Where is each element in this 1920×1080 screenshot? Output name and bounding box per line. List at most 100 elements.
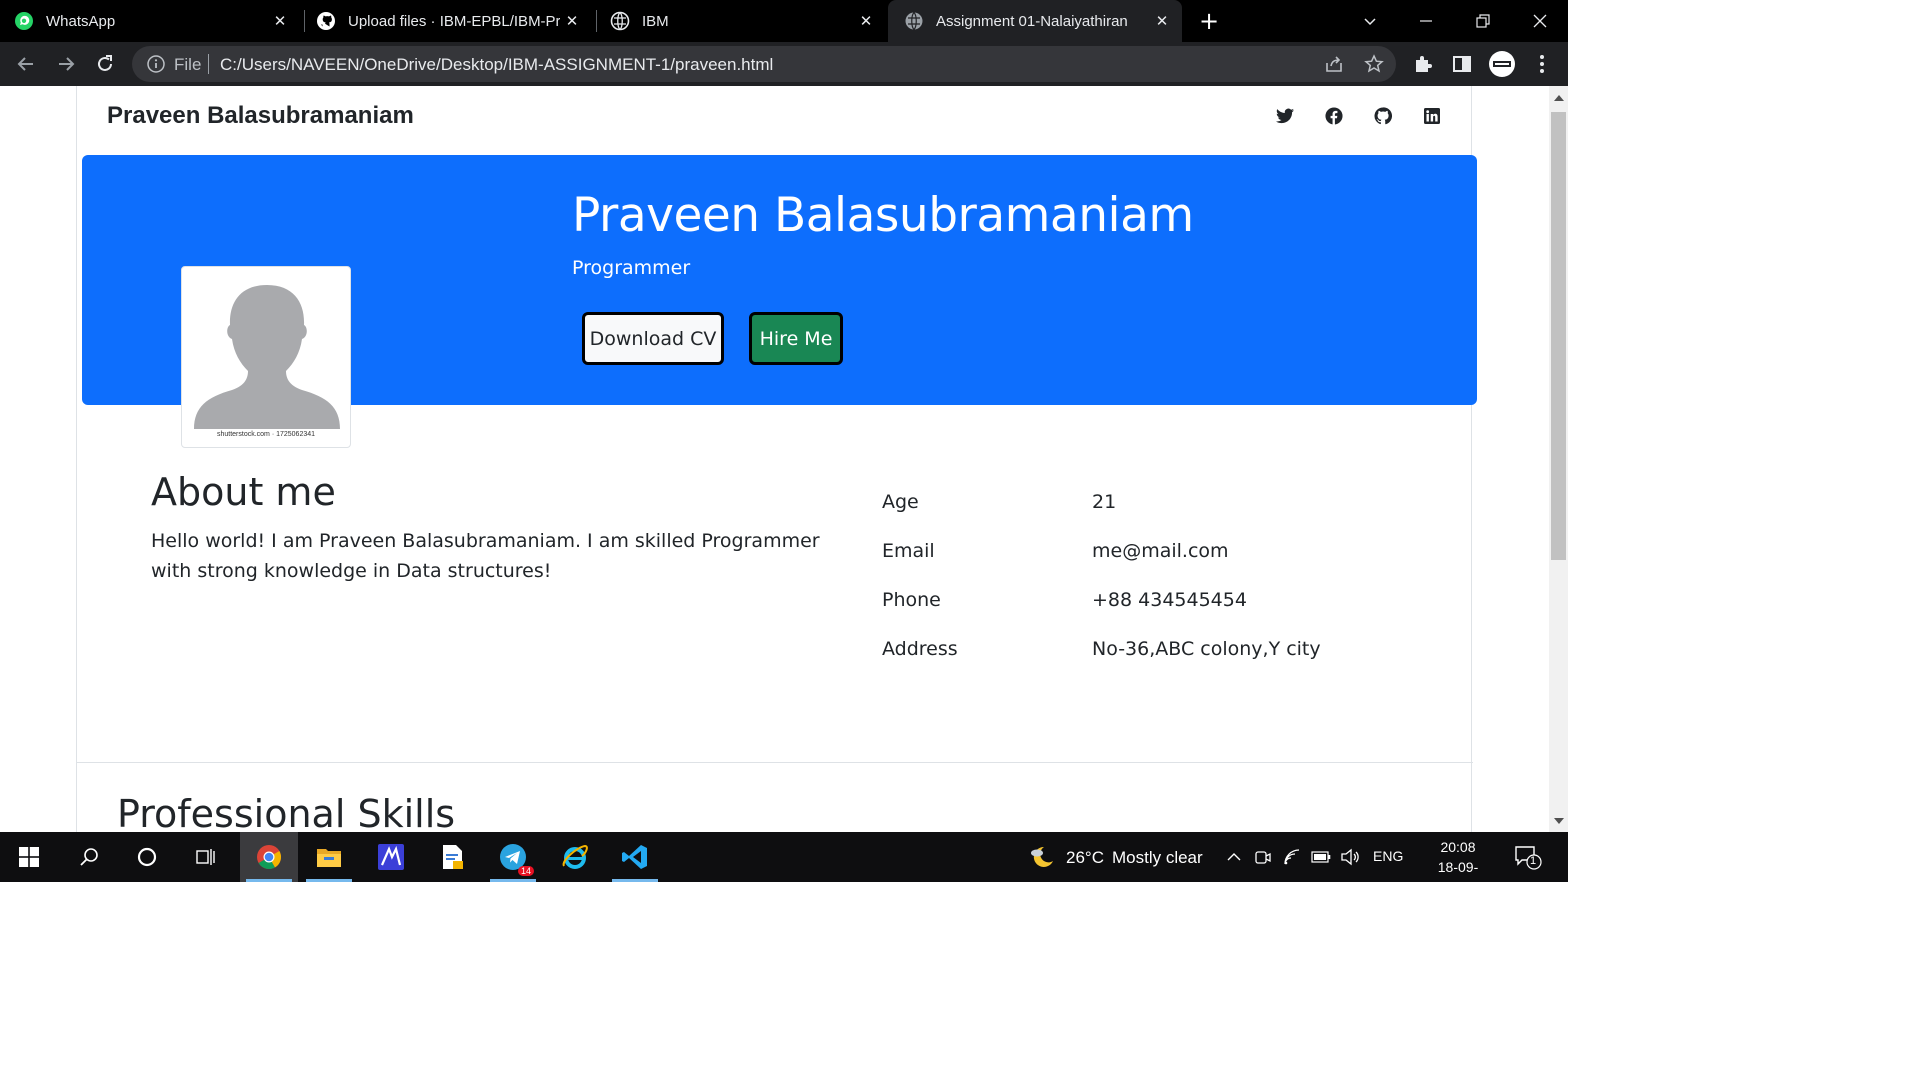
tab-whatsapp[interactable]: WhatsApp ✕ <box>14 0 300 42</box>
info-key: Email <box>882 540 935 562</box>
back-icon[interactable] <box>12 50 40 78</box>
scrollbar-thumb[interactable] <box>1551 112 1566 560</box>
weather-temp: 26°C <box>1066 848 1104 867</box>
volume-icon[interactable] <box>1340 847 1360 867</box>
internet-explorer-icon[interactable] <box>546 832 604 882</box>
info-value: 21 <box>1092 491 1117 513</box>
tab-divider <box>596 10 597 32</box>
hire-me-button[interactable]: Hire Me <box>749 312 843 365</box>
tab-label: IBM <box>642 12 669 30</box>
app-icon[interactable] <box>362 832 420 882</box>
menu-kebab-icon[interactable] <box>1530 52 1554 76</box>
tab-label: WhatsApp <box>46 12 116 30</box>
language-indicator[interactable]: ENG <box>1373 848 1403 864</box>
section-divider <box>77 762 1473 763</box>
tab-label: Upload files · IBM-EPBL/IBM-Proj <box>348 12 560 30</box>
skills-heading: Professional Skills <box>117 792 456 832</box>
restore-icon[interactable] <box>1455 0 1511 42</box>
tab-strip: WhatsApp ✕ Upload files · IBM-EPBL/IBM-P… <box>0 0 1568 42</box>
linkedin-icon[interactable] <box>1422 106 1442 126</box>
cortana-icon[interactable] <box>118 832 176 882</box>
info-value: No-36,ABC colony,Y city <box>1092 638 1321 660</box>
close-tab-icon[interactable]: ✕ <box>856 11 876 31</box>
url-text[interactable]: C:/Users/NAVEEN/OneDrive/Desktop/IBM-ASS… <box>220 55 773 75</box>
tab-search-icon[interactable] <box>1342 0 1398 42</box>
info-row-phone: Phone +88 434545454 <box>882 589 1442 619</box>
facebook-icon[interactable] <box>1324 106 1344 126</box>
info-key: Address <box>882 638 958 660</box>
navbar-brand[interactable]: Praveen Balasubramaniam <box>107 102 414 130</box>
github-icon[interactable] <box>1373 106 1393 126</box>
info-key: Age <box>882 491 919 513</box>
vscode-icon[interactable] <box>606 832 664 882</box>
tab-ibm[interactable]: IBM ✕ <box>610 0 886 42</box>
hero-name: Praveen Balasubramaniam <box>572 188 1194 243</box>
profile-avatar[interactable] <box>1488 50 1516 78</box>
page-container: Praveen Balasubramaniam Praveen Balasubr… <box>76 86 1477 832</box>
share-icon[interactable] <box>1324 54 1344 74</box>
info-key: Phone <box>882 589 941 611</box>
weather-widget[interactable]: 26°C Mostly clear <box>1028 844 1203 872</box>
clock-time: 20:08 <box>1440 839 1476 855</box>
search-icon[interactable] <box>60 832 118 882</box>
telegram-badge: 14 <box>517 866 534 876</box>
globe-icon <box>904 11 924 31</box>
hero-title: Programmer <box>572 257 691 279</box>
close-tab-icon[interactable]: ✕ <box>270 11 290 31</box>
task-view-icon[interactable] <box>176 832 234 882</box>
meet-now-icon[interactable] <box>1253 847 1273 867</box>
profile-photo: shutterstock.com · 1725062341 <box>181 266 351 448</box>
tab-label: Assignment 01-Nalaiyathiran <box>936 12 1128 30</box>
tab-github[interactable]: Upload files · IBM-EPBL/IBM-Proj ✕ <box>316 0 592 42</box>
browser-toolbar: File C:/Users/NAVEEN/OneDrive/Desktop/IB… <box>0 42 1568 86</box>
photo-watermark: shutterstock.com · 1725062341 <box>216 431 316 438</box>
tab-assignment[interactable]: Assignment 01-Nalaiyathiran ✕ <box>888 0 1182 42</box>
notification-count: 1 <box>1530 855 1537 867</box>
page-viewport[interactable]: Praveen Balasubramaniam Praveen Balasubr… <box>0 86 1549 832</box>
github-icon <box>316 11 336 31</box>
bookmark-star-icon[interactable] <box>1364 54 1384 74</box>
reload-icon[interactable] <box>91 50 119 78</box>
info-row-age: Age 21 <box>882 491 1442 521</box>
file-explorer-icon[interactable] <box>300 832 358 882</box>
weather-condition: Mostly clear <box>1111 848 1203 867</box>
system-clock[interactable]: 20:08 18-09-2022 <box>1428 837 1488 897</box>
close-window-icon[interactable] <box>1512 0 1568 42</box>
scroll-up-icon[interactable] <box>1554 95 1564 101</box>
extensions-icon[interactable] <box>1411 52 1435 76</box>
info-icon[interactable] <box>146 54 166 74</box>
battery-icon[interactable] <box>1311 847 1331 867</box>
close-tab-icon[interactable]: ✕ <box>1152 11 1172 31</box>
scheme-label: File <box>174 55 202 74</box>
about-text: Hello world! I am Praveen Balasubramania… <box>151 530 820 582</box>
minimize-icon[interactable] <box>1398 0 1454 42</box>
moon-cloud-icon <box>1031 846 1053 867</box>
info-row-address: Address No-36,ABC colony,Y city <box>882 638 1442 668</box>
windows-taskbar: 14 26°C Mostly clear ENG 20:08 18-09-202… <box>0 832 1568 895</box>
clock-date: 18-09-2022 <box>1437 859 1479 895</box>
close-tab-icon[interactable]: ✕ <box>562 11 582 31</box>
notification-center-icon[interactable]: 1 <box>1514 845 1542 871</box>
chrome-taskbar-icon[interactable] <box>240 832 298 882</box>
globe-icon <box>610 11 630 31</box>
chevron-up-icon[interactable] <box>1224 847 1244 867</box>
side-panel-icon[interactable] <box>1450 52 1474 76</box>
address-bar[interactable]: File C:/Users/NAVEEN/OneDrive/Desktop/IB… <box>132 46 1396 82</box>
scroll-down-icon[interactable] <box>1554 818 1564 824</box>
forward-icon[interactable] <box>52 50 80 78</box>
windows-start-icon[interactable] <box>0 832 58 882</box>
address-divider <box>208 54 209 74</box>
tab-divider <box>304 10 305 32</box>
telegram-icon[interactable]: 14 <box>484 832 542 882</box>
info-value: me@mail.com <box>1092 540 1229 562</box>
new-tab-button[interactable]: + <box>1196 7 1222 35</box>
info-row-email: Email me@mail.com <box>882 540 1442 570</box>
info-value: +88 434545454 <box>1092 589 1247 611</box>
about-heading: About me <box>151 470 336 514</box>
document-app-icon[interactable] <box>424 832 482 882</box>
vertical-scrollbar[interactable] <box>1549 86 1568 832</box>
wifi-icon[interactable] <box>1282 847 1302 867</box>
person-silhouette-icon <box>194 285 340 429</box>
twitter-icon[interactable] <box>1275 106 1295 126</box>
download-cv-button[interactable]: Download CV <box>582 312 724 365</box>
